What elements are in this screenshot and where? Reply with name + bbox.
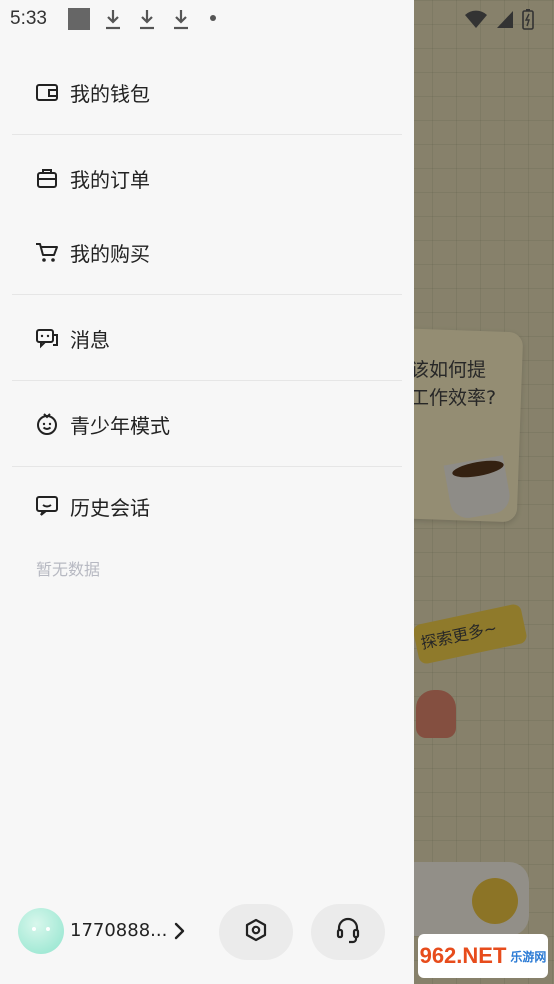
avatar-eye bbox=[32, 927, 36, 931]
user-phone[interactable]: 1770888... bbox=[70, 920, 167, 941]
menu-label-orders: 我的订单 bbox=[70, 167, 150, 192]
download-icon bbox=[138, 8, 156, 30]
watermark-sub: 乐游网 bbox=[510, 949, 547, 964]
watermark-main: 962.NET bbox=[419, 943, 507, 968]
notification-square-icon bbox=[68, 8, 90, 30]
avatar-eye bbox=[46, 927, 50, 931]
wallet-icon bbox=[34, 79, 60, 105]
smiley-face-icon bbox=[34, 411, 60, 437]
empty-history-hint: 暂无数据 bbox=[36, 560, 101, 579]
system-status-icons bbox=[464, 8, 534, 34]
watermark-logo: 962.NET 乐游网 bbox=[418, 934, 548, 978]
menu-label-youth-mode: 青少年模式 bbox=[70, 413, 170, 438]
menu-label-messages: 消息 bbox=[70, 327, 110, 352]
settings-hexagon-icon bbox=[243, 917, 269, 947]
briefcase-icon bbox=[34, 165, 60, 191]
download-icon bbox=[104, 8, 122, 30]
status-time: 5:33 bbox=[10, 8, 47, 29]
menu-item-messages[interactable]: 消息 bbox=[34, 318, 110, 358]
customer-service-button[interactable] bbox=[311, 904, 385, 960]
menu-label-history: 历史会话 bbox=[70, 495, 150, 520]
cart-icon bbox=[34, 239, 60, 265]
divider bbox=[12, 466, 402, 467]
menu-item-orders[interactable]: 我的订单 bbox=[34, 158, 150, 198]
menu-item-history[interactable]: 历史会话 bbox=[34, 486, 150, 526]
download-icon bbox=[172, 8, 190, 30]
message-icon bbox=[34, 325, 60, 351]
divider bbox=[12, 380, 402, 381]
side-drawer: 我的钱包 我的订单 我的购买 消息 青少年模式 历史会话 暂无数据 177088… bbox=[0, 0, 414, 984]
chat-bubble-icon bbox=[34, 493, 60, 519]
signal-icon bbox=[496, 9, 514, 33]
menu-item-youth-mode[interactable]: 青少年模式 bbox=[34, 404, 170, 444]
status-bar: 5:33 bbox=[0, 0, 554, 38]
menu-label-purchases: 我的购买 bbox=[70, 241, 150, 266]
menu-item-wallet[interactable]: 我的钱包 bbox=[34, 72, 150, 112]
menu-item-purchases[interactable]: 我的购买 bbox=[34, 232, 150, 272]
avatar[interactable] bbox=[18, 908, 64, 954]
divider bbox=[12, 294, 402, 295]
menu-label-wallet: 我的钱包 bbox=[70, 81, 150, 106]
more-notifications-dot-icon bbox=[210, 15, 216, 21]
battery-icon bbox=[522, 8, 534, 34]
chevron-right-icon[interactable] bbox=[170, 918, 190, 944]
divider bbox=[12, 134, 402, 135]
headset-icon bbox=[335, 916, 361, 948]
wifi-icon bbox=[464, 9, 488, 33]
settings-button[interactable] bbox=[219, 904, 293, 960]
